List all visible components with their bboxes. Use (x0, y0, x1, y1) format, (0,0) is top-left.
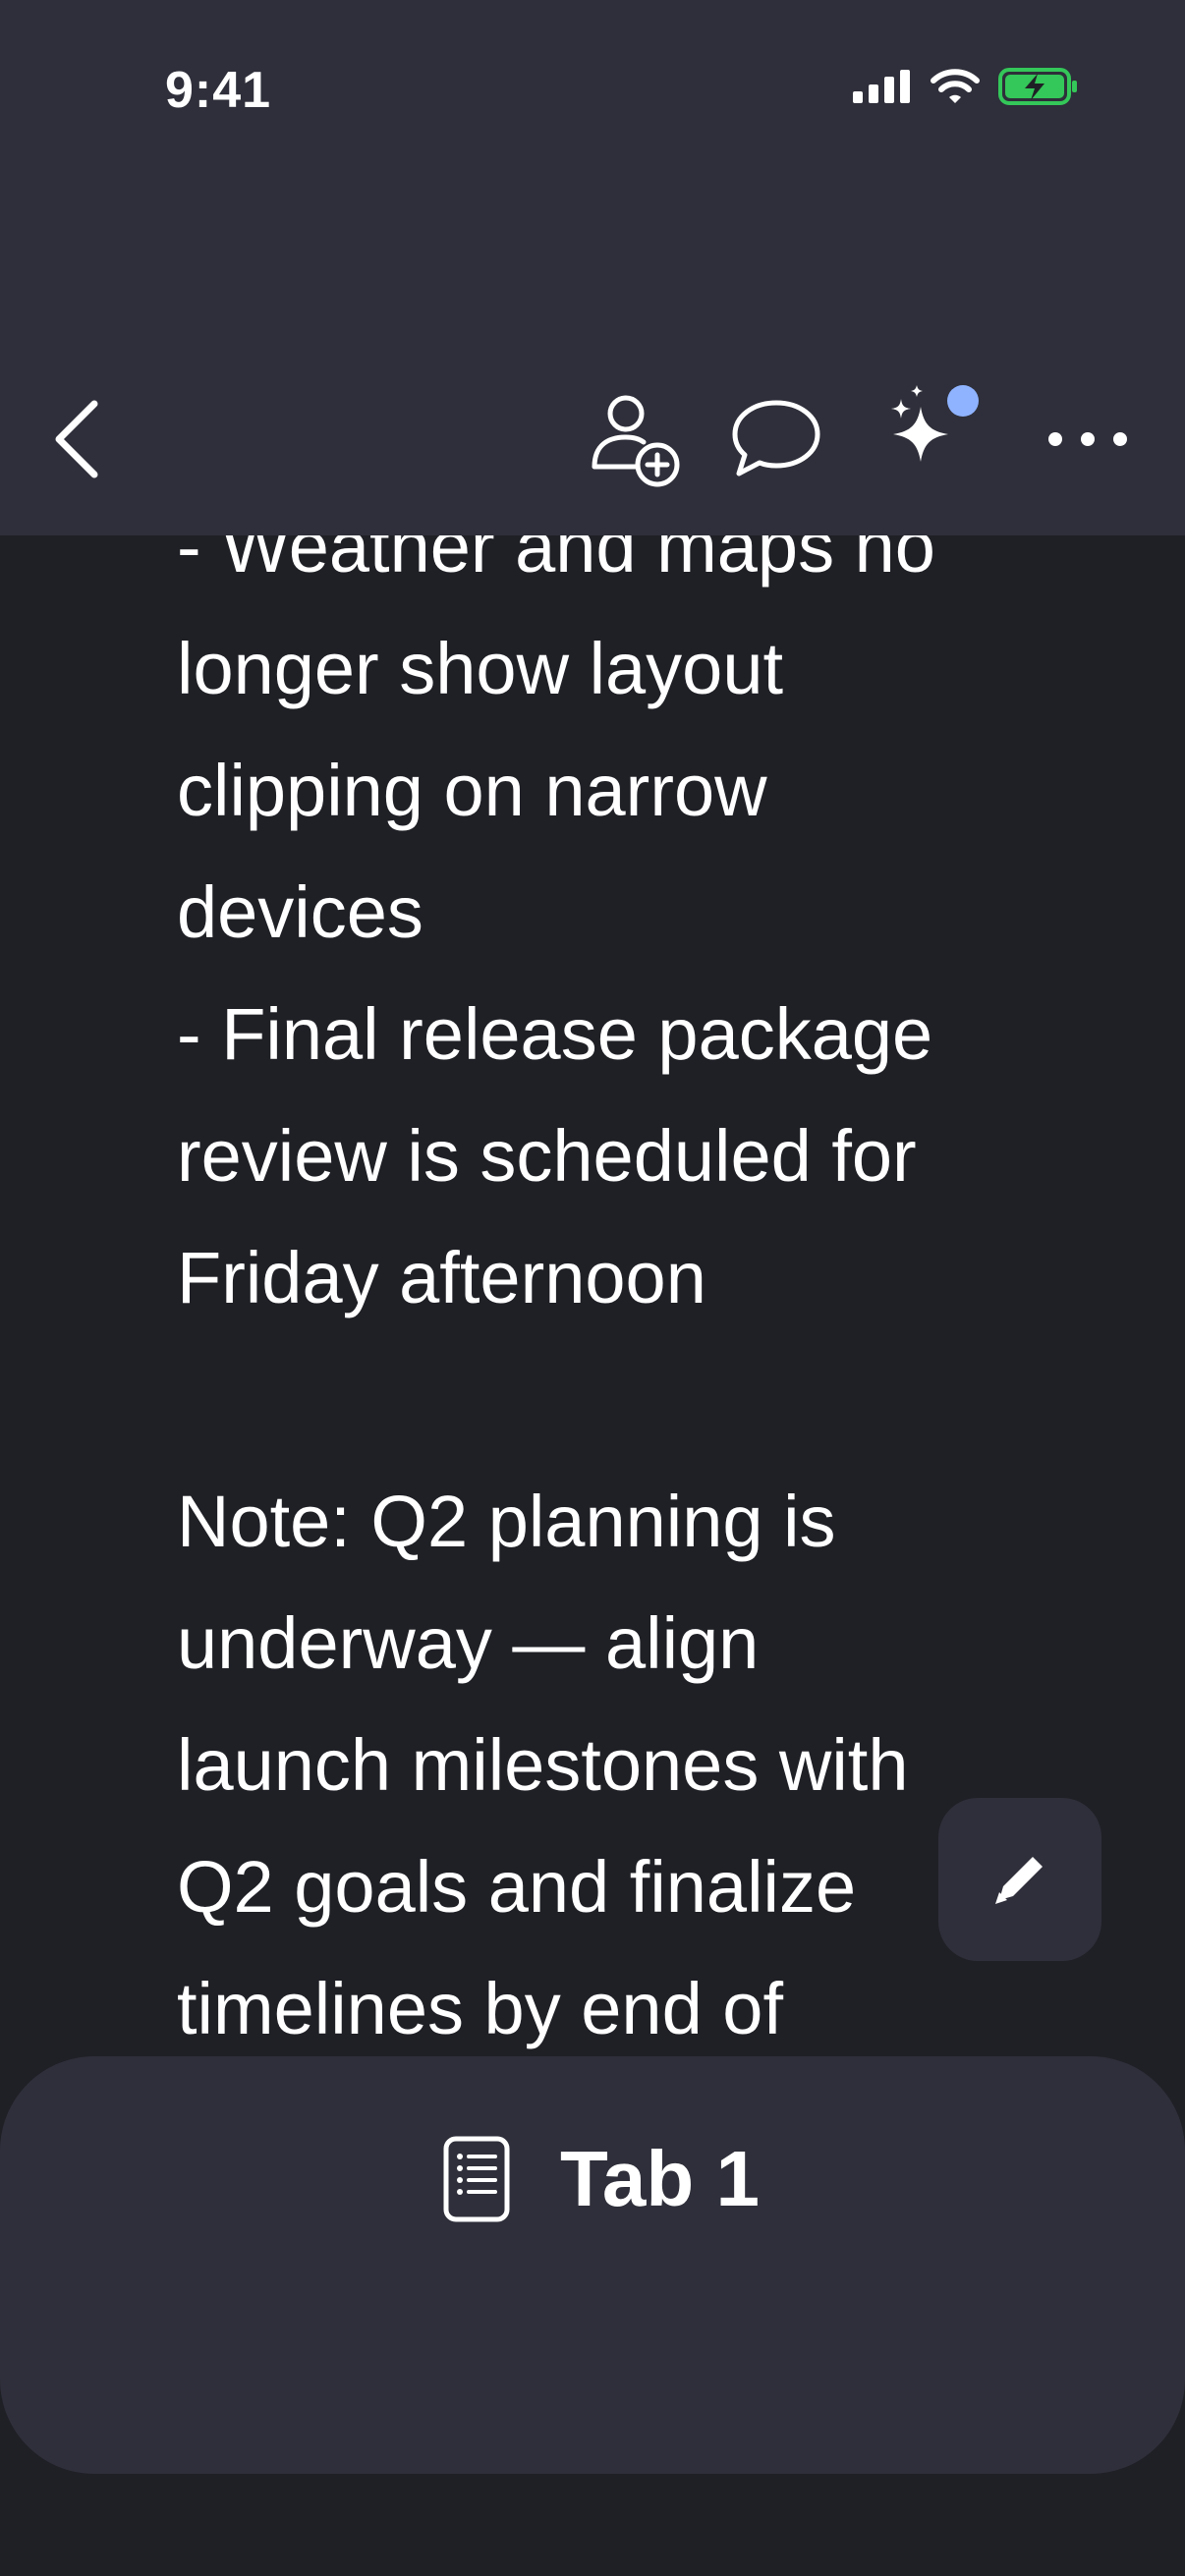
note-line: Note: Q2 planning is (177, 1481, 836, 1562)
note-line: Q2 goals and finalize (177, 1846, 857, 1928)
bottom-tab-sheet: Tab 1 (0, 2056, 1185, 2474)
comment-icon (732, 400, 820, 476)
ai-assistant-button[interactable] (879, 373, 997, 491)
wifi-icon (931, 69, 980, 103)
top-bar: 9:41 (0, 0, 1185, 535)
edit-button[interactable] (938, 1798, 1101, 1961)
battery-charging-icon (998, 68, 1077, 105)
tab-1[interactable]: Tab 1 (442, 2130, 760, 2228)
document-list-icon (443, 2136, 510, 2222)
comment-button[interactable] (722, 385, 830, 493)
tab-label: Tab 1 (560, 2135, 761, 2222)
note-blank-line (177, 1339, 1022, 1461)
note-line: clipping on narrow (177, 750, 767, 831)
note-body[interactable]: - Weather and maps no longer show layout… (177, 486, 1022, 2058)
note-line: launch milestones with (177, 1724, 909, 1806)
status-icons (853, 67, 1079, 106)
more-icon (1048, 432, 1127, 446)
note-line: longer show layout (177, 628, 784, 709)
note-line: devices (177, 871, 423, 953)
back-icon (55, 400, 98, 478)
note-line: - Final release package (177, 993, 933, 1075)
pencil-icon (995, 1857, 1043, 1904)
add-person-icon (592, 395, 680, 487)
note-line: timelines by end of (177, 1968, 784, 2049)
back-button[interactable] (39, 385, 118, 493)
note-line: review is scheduled for (177, 1115, 917, 1197)
more-options-button[interactable] (1034, 385, 1142, 493)
note-line: underway — align (177, 1602, 760, 1684)
note-line: Friday afternoon (177, 1237, 706, 1318)
sparkle-ai-icon (891, 385, 979, 462)
add-collaborator-button[interactable] (582, 385, 690, 493)
signal-icon (853, 70, 910, 103)
status-time: 9:41 (165, 62, 272, 119)
